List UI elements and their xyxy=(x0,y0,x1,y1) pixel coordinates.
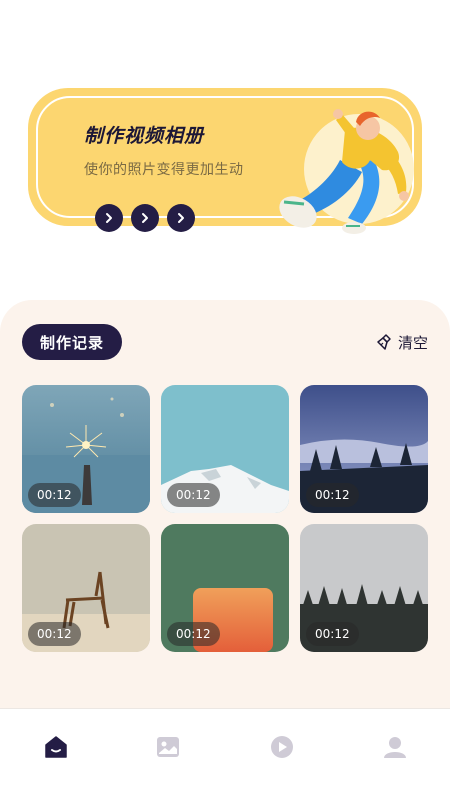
banner-subtitle: 使你的照片变得更加生动 xyxy=(84,162,244,178)
records-title: 制作记录 xyxy=(22,324,122,360)
duration-badge: 00:12 xyxy=(28,483,81,507)
play-icon xyxy=(271,736,293,758)
broom-icon xyxy=(377,334,391,350)
record-thumbnail[interactable]: 00:12 xyxy=(22,385,150,513)
record-thumbnail[interactable]: 00:12 xyxy=(300,385,428,513)
chevron-right-icon xyxy=(178,213,184,223)
nav-profile[interactable] xyxy=(375,727,415,767)
profile-icon xyxy=(384,737,406,758)
banner-title: 制作视频相册 xyxy=(84,125,205,147)
chevron-right-icon xyxy=(106,213,112,223)
bottom-nav xyxy=(0,708,450,800)
nav-photos[interactable] xyxy=(148,727,188,767)
duration-badge: 00:12 xyxy=(306,483,359,507)
duration-badge: 00:12 xyxy=(306,622,359,646)
nav-videos[interactable] xyxy=(262,727,302,767)
record-thumbnail[interactable]: 00:12 xyxy=(161,385,289,513)
photo-icon xyxy=(157,737,179,757)
banner-arrow-button-3[interactable] xyxy=(167,204,195,232)
duration-badge: 00:12 xyxy=(28,622,81,646)
banner-arrow-button-2[interactable] xyxy=(131,204,159,232)
clear-label: 清空 xyxy=(398,333,429,352)
clear-button[interactable]: 清空 xyxy=(376,331,428,353)
character-illustration xyxy=(279,109,409,234)
duration-badge: 00:12 xyxy=(167,622,220,646)
chevron-right-icon xyxy=(142,213,148,223)
duration-badge: 00:12 xyxy=(167,483,220,507)
home-icon xyxy=(45,736,67,758)
record-thumbnail[interactable]: 00:12 xyxy=(300,524,428,652)
record-thumbnail[interactable]: 00:12 xyxy=(22,524,150,652)
record-thumbnail[interactable]: 00:12 xyxy=(161,524,289,652)
banner-arrow-button-1[interactable] xyxy=(95,204,123,232)
nav-home[interactable] xyxy=(36,727,76,767)
